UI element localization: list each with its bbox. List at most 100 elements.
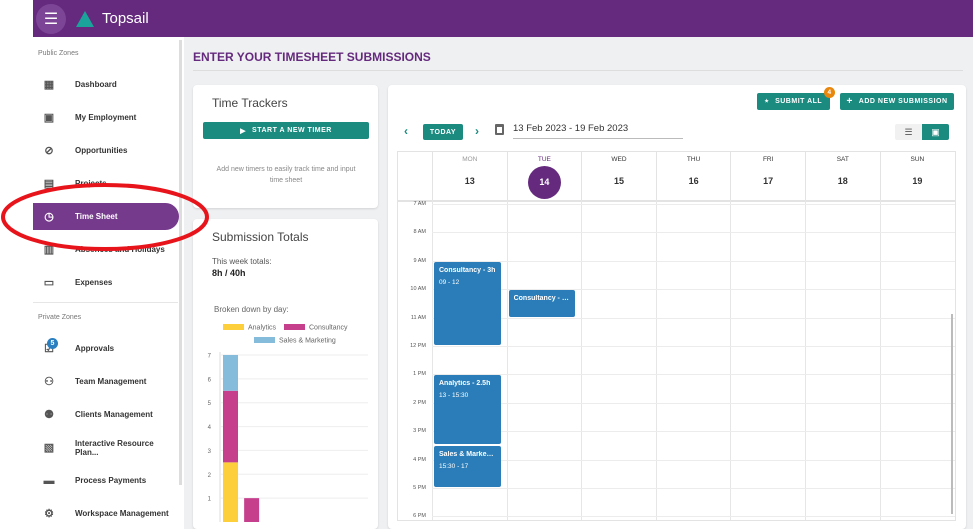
bar-tue-consultancy: [244, 498, 260, 522]
add-new-submission-button[interactable]: + ADD NEW SUBMISSION: [840, 93, 954, 110]
day-number: 16: [688, 176, 699, 186]
employment-icon: ▣: [43, 112, 55, 124]
sidebar-item-label: Opportunities: [75, 146, 128, 155]
sidebar-item-label: Clients Management: [75, 410, 153, 419]
day-number: 17: [763, 176, 774, 186]
calendar-card: ⭑ SUBMIT ALL 4 + ADD NEW SUBMISSION ‹ TODA…: [388, 85, 966, 529]
day-header-tue[interactable]: TUE 14: [506, 152, 582, 200]
hour-line: [432, 459, 955, 461]
day-column-divider: [655, 200, 657, 520]
calendar-event[interactable]: Consultancy - 1...: [508, 290, 576, 317]
sidebar-item-opportunities[interactable]: ⊘ Opportunities: [33, 137, 179, 164]
calendar-event[interactable]: Sales & Marketi... 15:30 - 17: [434, 446, 501, 487]
next-week-chevron-icon[interactable]: ›: [475, 124, 479, 138]
day-column-divider: [432, 200, 433, 520]
day-column-divider: [581, 200, 583, 520]
dashboard-icon: ▦: [43, 79, 55, 91]
week-totals-label: This week totals:: [212, 257, 272, 266]
sidebar-item-label: Interactive Resource Plan...: [74, 438, 154, 457]
day-column-divider: [805, 200, 806, 520]
legend-label: Sales & Marketing: [279, 338, 336, 345]
bar-mon-analytics: [223, 462, 238, 522]
date-range-input[interactable]: 13 Feb 2023 - 19 Feb 2023: [513, 123, 683, 139]
app-title: Topsail: [102, 10, 149, 27]
calendar-event[interactable]: Analytics - 2.5h 13 - 15:30: [434, 375, 501, 445]
sidebar-divider: [33, 302, 178, 303]
calendar-event[interactable]: Consultancy - 3h 09 - 12: [434, 261, 501, 345]
hour-line: [432, 431, 955, 433]
day-column-divider: [730, 200, 732, 520]
calendar-view-toggle[interactable]: ▣: [922, 124, 949, 140]
sidebar-item-label: Workspace Management: [75, 509, 169, 518]
sidebar-scrollbar[interactable]: [179, 40, 182, 485]
day-name: SAT: [836, 156, 849, 163]
title-divider: [193, 70, 963, 71]
red-ellipse-annotation: [1, 183, 209, 251]
event-title: Consultancy - 3h: [439, 266, 496, 274]
hour-line: [432, 402, 955, 404]
hour-line: [432, 232, 955, 234]
sidebar-item-workspace-management[interactable]: ⚙ Workspace Management: [33, 500, 179, 527]
sidebar-item-label: Approvals: [75, 344, 115, 353]
legend-label: Analytics: [248, 325, 277, 332]
day-header-fri[interactable]: FRI 17: [730, 152, 805, 200]
today-date-circle: 14: [527, 166, 561, 199]
start-timer-button[interactable]: ▶ START A NEW TIMER: [203, 122, 369, 139]
page-title: ENTER YOUR TIMESHEET SUBMISSIONS: [193, 50, 431, 64]
play-icon: ▶: [240, 127, 247, 135]
hour-label: 1 PM: [413, 371, 426, 378]
time-trackers-title: Time Trackers: [212, 96, 288, 110]
sidebar-item-approvals[interactable]: ☑ 5 Approvals: [33, 335, 179, 362]
handshake-icon: ⊘: [44, 145, 54, 157]
week-totals-value: 8h / 40h: [212, 268, 246, 278]
hamburger-icon: ☰: [43, 10, 59, 28]
sidebar-item-expenses[interactable]: ▭ Expenses: [33, 269, 179, 296]
main-content: ENTER YOUR TIMESHEET SUBMISSIONS Time Tr…: [184, 37, 973, 529]
legend-swatch: [254, 337, 275, 343]
sidebar-item-clients-management[interactable]: ⚉ Clients Management: [33, 401, 179, 428]
y-tick-label: 1: [208, 497, 212, 503]
sidebar-item-team-management[interactable]: ⚇ Team Management: [33, 368, 179, 395]
sidebar-item-label: My Employment: [75, 113, 137, 122]
bar-mon-sales-marketing: [223, 355, 238, 391]
sidebar-item-interactive-resource-plan[interactable]: ▧ Interactive Resource Plan...: [33, 434, 179, 461]
day-header-wed[interactable]: WED 15: [581, 152, 656, 200]
sidebar-item-process-payments[interactable]: ▬ Process Payments: [33, 467, 179, 494]
event-time: 15:30 - 17: [439, 463, 469, 471]
calendar-scrollbar[interactable]: [951, 314, 953, 514]
day-number: 18: [837, 176, 848, 186]
sidebar-item-label: Dashboard: [75, 80, 117, 89]
legend-swatch: [284, 324, 305, 330]
public-zones-label: Public Zones: [38, 50, 79, 57]
event-title: Consultancy - 1...: [513, 295, 571, 303]
app-header: ☰ Topsail: [33, 0, 973, 37]
sidebar-item-label: Expenses: [75, 278, 113, 287]
legend-label: Consultancy: [309, 325, 348, 332]
day-header-sun[interactable]: SUN 19: [879, 152, 955, 200]
event-title: Analytics - 2.5h: [439, 380, 491, 388]
today-button[interactable]: TODAY: [423, 124, 463, 140]
clients-icon: ⚉: [44, 409, 54, 421]
hour-label: 5 PM: [413, 485, 426, 491]
day-header-sat[interactable]: SAT 18: [805, 152, 880, 200]
hour-line: [432, 204, 955, 205]
sidebar-item-my-employment[interactable]: ▣ My Employment: [33, 104, 179, 131]
sidebar-item-dashboard[interactable]: ▦ Dashboard: [33, 71, 179, 98]
event-title: Sales & Marketi...: [439, 451, 496, 459]
time-trackers-card: Time Trackers ▶ START A NEW TIMER Add new…: [193, 85, 378, 208]
day-name: MON: [462, 156, 478, 163]
day-header-thu[interactable]: THU 16: [655, 152, 731, 200]
prev-week-chevron-icon[interactable]: ‹: [404, 124, 408, 138]
y-tick-label: 7: [208, 354, 212, 360]
day-header-mon[interactable]: MON 13: [432, 152, 507, 200]
sidebar-item-label: Team Management: [75, 377, 147, 386]
y-tick-label: 6: [208, 377, 212, 383]
day-name: FRI: [762, 156, 774, 163]
list-view-toggle[interactable]: ☰: [895, 124, 922, 140]
topsail-logo: [76, 10, 94, 27]
submit-all-button[interactable]: ⭑ SUBMIT ALL 4: [757, 87, 835, 110]
hour-label: 8 AM: [413, 229, 426, 236]
team-icon: ⚇: [44, 376, 54, 388]
submission-totals-title: Submission Totals: [212, 230, 309, 244]
menu-button[interactable]: ☰: [36, 3, 66, 34]
